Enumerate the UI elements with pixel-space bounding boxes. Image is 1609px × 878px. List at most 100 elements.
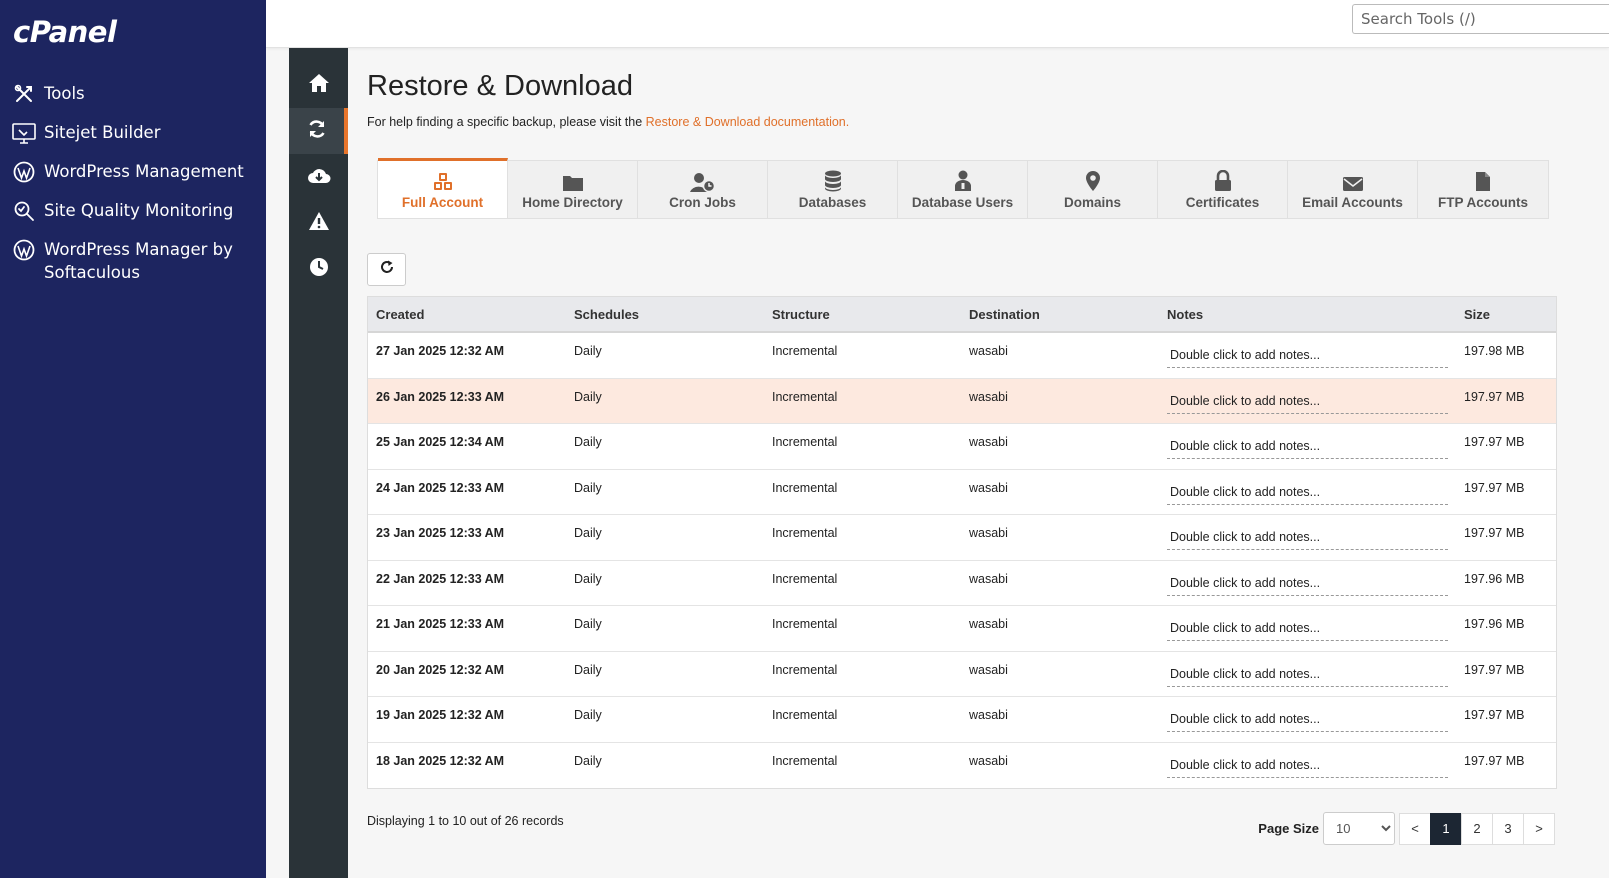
column-header-destination[interactable]: Destination	[961, 297, 1159, 331]
size-cell: 197.96 MB	[1464, 571, 1525, 586]
table-row[interactable]: 20 Jan 2025 12:32 AM Daily Incremental wasa…	[368, 652, 1556, 697]
tab-databases[interactable]: Databases	[768, 161, 898, 218]
notes-editable[interactable]: Double click to add notes...	[1167, 389, 1448, 414]
notes-cell: Double click to add notes...	[1159, 515, 1456, 560]
sidebar-item-site-quality-monitoring[interactable]: Site Quality Monitoring	[12, 199, 233, 223]
sidebar-item-label: Tools	[44, 84, 85, 103]
page-size-label: Page Size	[1258, 821, 1319, 836]
table-row[interactable]: 27 Jan 2025 12:32 AM Daily Incremental wasa…	[368, 333, 1556, 379]
page-button-3[interactable]: 3	[1492, 812, 1524, 845]
size-cell: 197.98 MB	[1464, 344, 1525, 358]
created-cell: 20 Jan 2025 12:32 AM	[376, 662, 505, 677]
wordpress-icon	[12, 238, 36, 262]
documentation-link[interactable]: Restore & Download documentation.	[646, 115, 850, 129]
created-cell: 19 Jan 2025 12:32 AM	[376, 708, 505, 722]
rail-download-button[interactable]	[289, 154, 348, 200]
notes-cell: Double click to add notes...	[1159, 424, 1456, 469]
notes-editable[interactable]: Double click to add notes...	[1167, 480, 1448, 505]
size-cell: 197.97 MB	[1464, 753, 1525, 768]
prev-page-button[interactable]: <	[1399, 812, 1431, 845]
table-row[interactable]: 26 Jan 2025 12:33 AM Daily Incremental wasa…	[368, 378, 1556, 424]
notes-cell: Double click to add notes...	[1159, 606, 1456, 651]
tab-full-account[interactable]: Full Account	[378, 158, 508, 218]
search-input[interactable]	[1352, 4, 1609, 34]
destination-cell: wasabi	[969, 480, 1008, 495]
destination-cell: wasabi	[969, 571, 1008, 586]
schedule-cell: Daily	[574, 662, 602, 677]
next-page-button[interactable]: >	[1523, 812, 1555, 845]
rail-warning-button[interactable]	[289, 200, 348, 246]
notes-cell: Double click to add notes...	[1159, 561, 1456, 606]
tab-label: Databases	[798, 195, 867, 210]
sidebar-item-tools[interactable]: Tools	[12, 82, 85, 106]
page-size-select[interactable]: 10	[1323, 812, 1395, 845]
help-prefix: For help finding a specific backup, plea…	[367, 115, 646, 129]
notes-editable[interactable]: Double click to add notes...	[1167, 662, 1448, 687]
notes-editable[interactable]: Double click to add notes...	[1167, 343, 1448, 368]
lock-icon	[1214, 168, 1232, 192]
rail-home-button[interactable]	[289, 62, 348, 108]
table-row[interactable]: 23 Jan 2025 12:33 AM Daily Incremental wasa…	[368, 515, 1556, 561]
sidebar-item-wordpress-manager-softaculous[interactable]: WordPress Manager by Softaculous	[12, 238, 252, 284]
tab-label: Full Account	[401, 195, 484, 210]
notes-editable[interactable]: Double click to add notes...	[1167, 434, 1448, 459]
size-cell: 197.97 MB	[1464, 708, 1525, 722]
structure-cell: Incremental	[772, 526, 838, 540]
table-row[interactable]: 22 Jan 2025 12:33 AM Daily Incremental wasa…	[368, 561, 1556, 606]
records-info: Displaying 1 to 10 out of 26 records	[367, 814, 564, 828]
refresh-button[interactable]	[367, 253, 406, 286]
notes-editable[interactable]: Double click to add notes...	[1167, 571, 1448, 596]
table-row[interactable]: 19 Jan 2025 12:32 AM Daily Incremental wasa…	[368, 697, 1556, 743]
schedule-cell: Daily	[574, 753, 602, 768]
tab-label: Database Users	[911, 195, 1014, 210]
column-header-size[interactable]: Size	[1456, 297, 1556, 331]
tab-ftp-accounts[interactable]: FTP Accounts	[1418, 161, 1548, 218]
schedule-cell: Daily	[574, 526, 602, 540]
notes-editable[interactable]: Double click to add notes...	[1167, 753, 1448, 778]
tools-icon	[12, 82, 36, 106]
destination-cell: wasabi	[969, 389, 1008, 404]
table-row[interactable]: 24 Jan 2025 12:33 AM Daily Incremental wasa…	[368, 470, 1556, 515]
clock-icon	[309, 257, 329, 282]
sidebar-item-wordpress-management[interactable]: WordPress Management	[12, 160, 244, 184]
top-bar	[266, 0, 1609, 48]
database-icon	[824, 168, 842, 192]
page-button-2[interactable]: 2	[1461, 812, 1493, 845]
notes-cell: Double click to add notes...	[1159, 652, 1456, 697]
structure-cell: Incremental	[772, 480, 838, 495]
page-button-1[interactable]: 1	[1430, 812, 1462, 845]
tab-certificates[interactable]: Certificates	[1158, 161, 1288, 218]
tab-database-users[interactable]: Database Users	[898, 161, 1028, 218]
rail-restore-button[interactable]	[289, 108, 348, 154]
destination-cell: wasabi	[969, 617, 1008, 631]
tab-domains[interactable]: Domains	[1028, 161, 1158, 218]
created-cell: 24 Jan 2025 12:33 AM	[376, 480, 505, 495]
notes-editable[interactable]: Double click to add notes...	[1167, 616, 1448, 641]
column-header-created[interactable]: Created	[368, 297, 566, 331]
file-icon	[1475, 168, 1491, 192]
tab-email-accounts[interactable]: Email Accounts	[1288, 161, 1418, 218]
cpanel-logo[interactable]: cPanel	[13, 15, 117, 49]
sidebar-item-label: WordPress Manager by Softaculous	[44, 240, 233, 282]
column-header-schedules[interactable]: Schedules	[566, 297, 764, 331]
schedule-cell: Daily	[574, 435, 602, 449]
notes-cell: Double click to add notes...	[1159, 743, 1456, 789]
column-header-structure[interactable]: Structure	[764, 297, 961, 331]
created-cell: 27 Jan 2025 12:32 AM	[376, 344, 505, 358]
sidebar-item-sitejet-builder[interactable]: Sitejet Builder	[12, 121, 160, 145]
notes-editable[interactable]: Double click to add notes...	[1167, 707, 1448, 732]
column-header-notes[interactable]: Notes	[1159, 297, 1456, 331]
table-row[interactable]: 18 Jan 2025 12:32 AM Daily Incremental wasa…	[368, 743, 1556, 789]
pagination: Page Size 10 < 1 2 3 >	[1258, 812, 1555, 845]
rail-history-button[interactable]	[289, 246, 348, 292]
backup-type-tabs: Full Account Home Directory Cron Jobs Da…	[377, 158, 1549, 219]
schedule-cell: Daily	[574, 389, 602, 404]
created-cell: 23 Jan 2025 12:33 AM	[376, 526, 505, 540]
notes-editable[interactable]: Double click to add notes...	[1167, 525, 1448, 550]
tab-home-directory[interactable]: Home Directory	[508, 161, 638, 218]
structure-cell: Incremental	[772, 617, 838, 631]
size-cell: 197.97 MB	[1464, 389, 1525, 404]
tab-cron-jobs[interactable]: Cron Jobs	[638, 161, 768, 218]
table-row[interactable]: 21 Jan 2025 12:33 AM Daily Incremental wasa…	[368, 606, 1556, 652]
table-row[interactable]: 25 Jan 2025 12:34 AM Daily Incremental wasa…	[368, 424, 1556, 470]
